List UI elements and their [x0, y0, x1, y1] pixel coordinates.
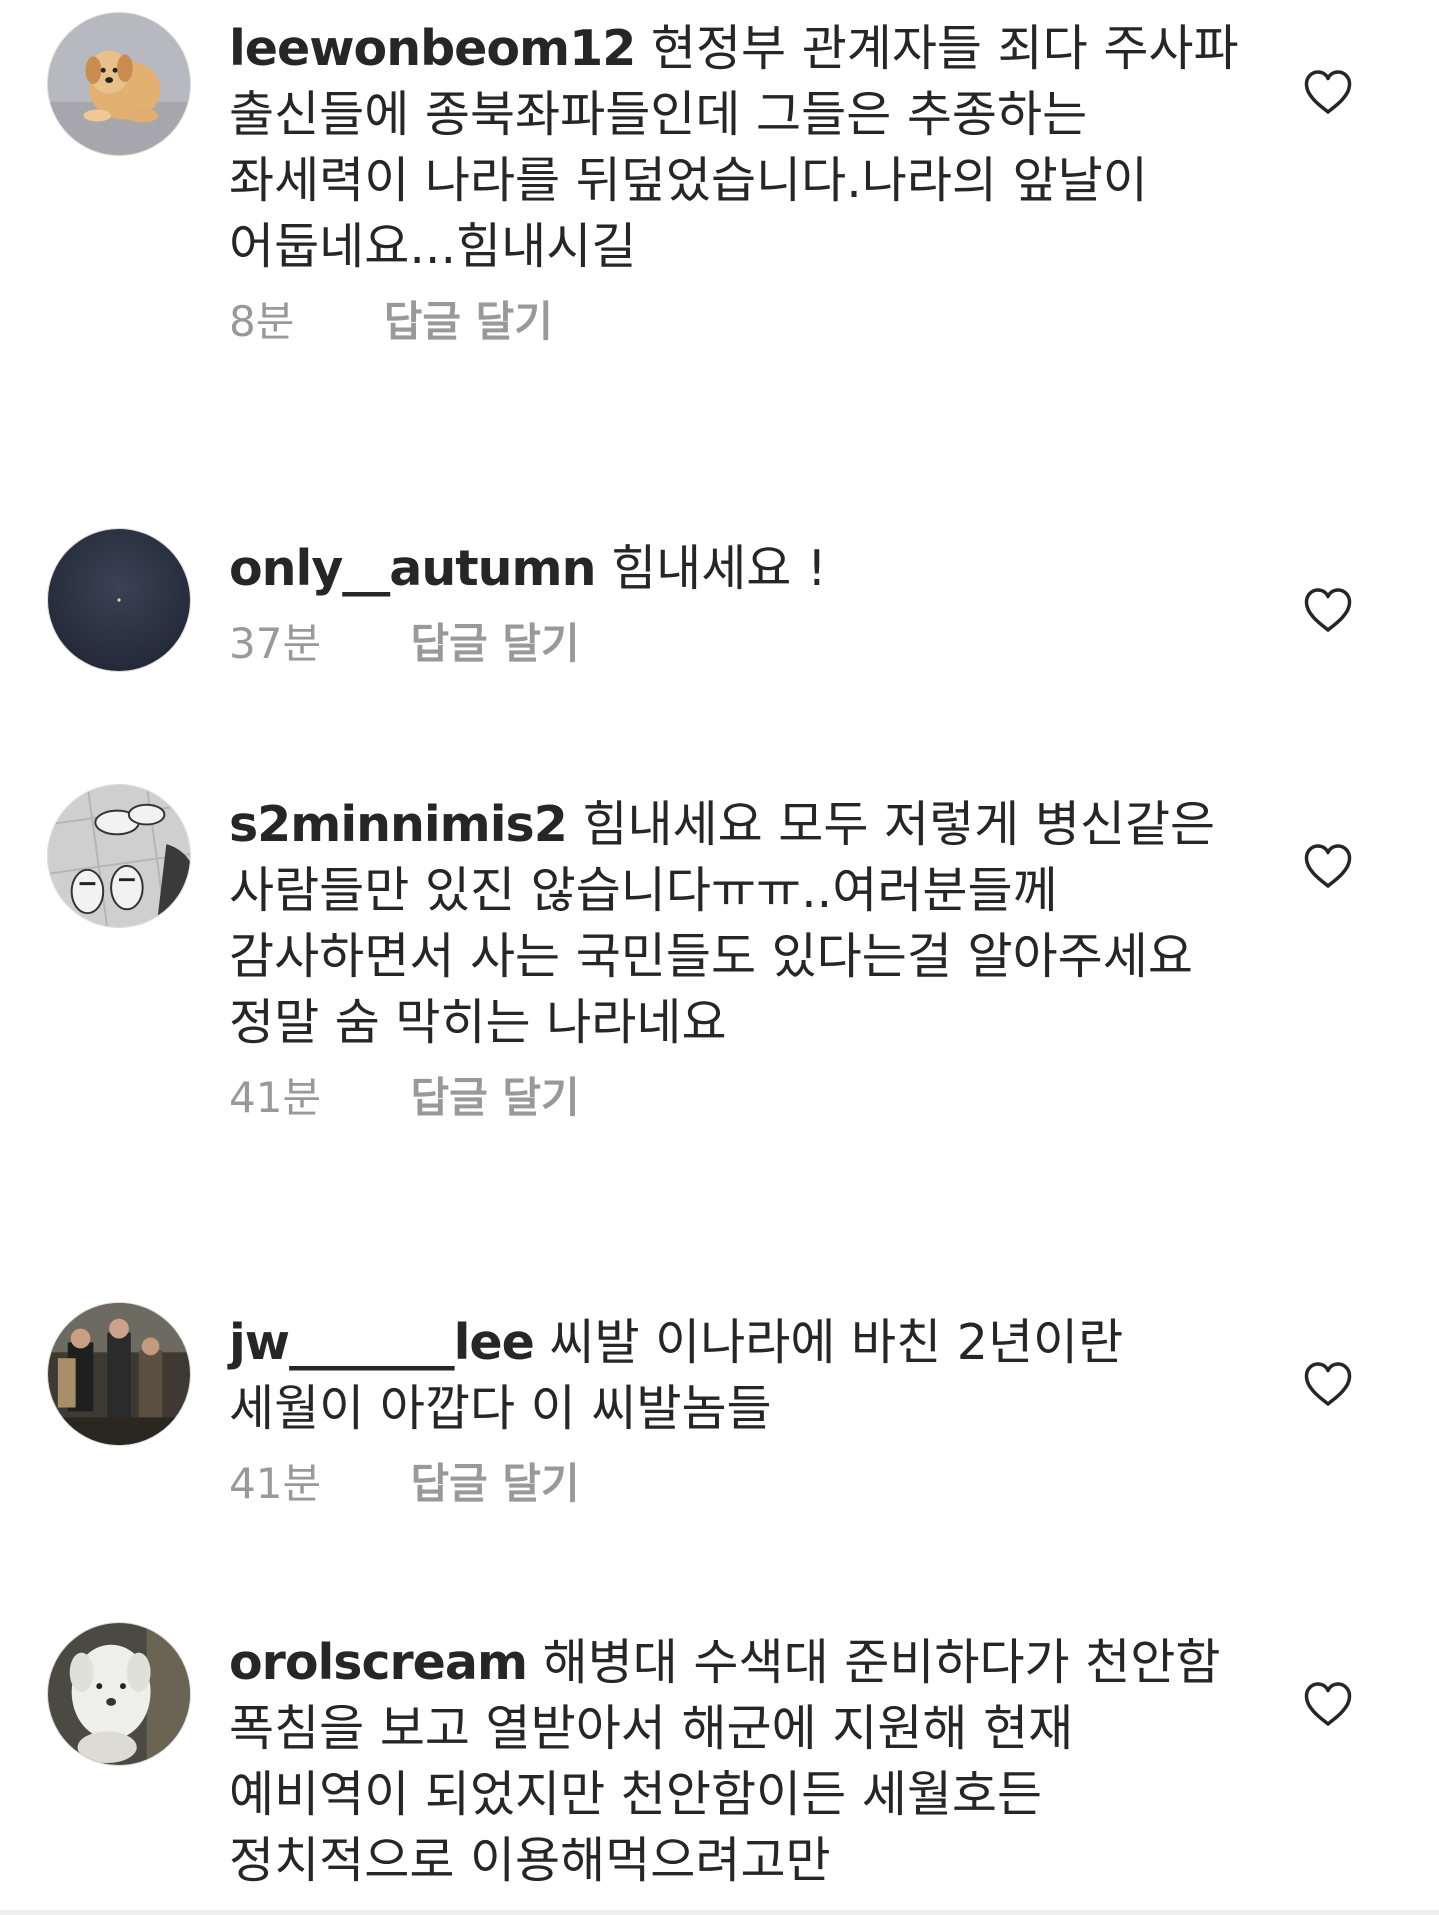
comment-username[interactable]: only__autumn	[229, 540, 596, 597]
comment-meta: 41분 답글 달기	[229, 1456, 1249, 1512]
bottom-divider	[0, 1910, 1439, 1915]
reply-button[interactable]: 답글 달기	[410, 1070, 579, 1126]
reply-button[interactable]: 답글 달기	[410, 1456, 579, 1512]
dog-avatar-icon[interactable]	[47, 12, 191, 156]
comment-text-block: s2minnimis2 힘내세요 모두 저렇게 병신같은 사람들만 있진 않습니…	[229, 792, 1249, 1056]
people-avatar-icon[interactable]	[47, 1302, 191, 1446]
white-dog-avatar-icon[interactable]	[47, 1622, 191, 1766]
comment-text-block: orolscream 해병대 수색대 준비하다가 천안함 폭침을 보고 열받아서…	[229, 1630, 1249, 1894]
heart-outline-icon[interactable]	[1303, 843, 1353, 889]
sneakers-avatar-icon[interactable]	[47, 784, 191, 928]
comment-username[interactable]: s2minnimis2	[229, 796, 568, 853]
reply-button[interactable]: 답글 달기	[384, 294, 553, 350]
comment-meta: 37분 답글 달기	[229, 616, 1249, 672]
comment-username[interactable]: jw_______lee	[229, 1314, 535, 1371]
comment-username[interactable]: orolscream	[229, 1634, 528, 1691]
comment-text: 힘내세요 !	[611, 540, 827, 597]
comment-timestamp: 37분	[229, 619, 322, 668]
comment-timestamp: 8분	[229, 297, 295, 346]
comment-text-block: leewonbeom12 현정부 관계자들 죄다 주사파 출신들에 종북좌파들인…	[229, 16, 1249, 280]
comment-meta: 8분 답글 달기	[229, 294, 1249, 350]
comment-meta: 41분 답글 달기	[229, 1070, 1249, 1126]
heart-outline-icon[interactable]	[1303, 1681, 1353, 1727]
night-sky-avatar-icon[interactable]	[47, 528, 191, 672]
heart-outline-icon[interactable]	[1303, 1361, 1353, 1407]
comment-username[interactable]: leewonbeom12	[229, 20, 636, 77]
comment-timestamp: 41분	[229, 1073, 322, 1122]
heart-outline-icon[interactable]	[1303, 69, 1353, 115]
comment-timestamp: 41분	[229, 1459, 322, 1508]
comment-text-block: only__autumn 힘내세요 !	[229, 536, 1249, 602]
comment-body: only__autumn 힘내세요 ! 37분 답글 달기	[229, 536, 1249, 672]
heart-outline-icon[interactable]	[1303, 587, 1353, 633]
comment-body: leewonbeom12 현정부 관계자들 죄다 주사파 출신들에 종북좌파들인…	[229, 16, 1249, 350]
reply-button[interactable]: 답글 달기	[410, 616, 579, 672]
comment-body: orolscream 해병대 수색대 준비하다가 천안함 폭침을 보고 열받아서…	[229, 1630, 1249, 1894]
comment-body: s2minnimis2 힘내세요 모두 저렇게 병신같은 사람들만 있진 않습니…	[229, 792, 1249, 1126]
comment-body: jw_______lee 씨발 이나라에 바친 2년이란 세월이 아깝다 이 씨…	[229, 1310, 1249, 1512]
comment-text-block: jw_______lee 씨발 이나라에 바친 2년이란 세월이 아깝다 이 씨…	[229, 1310, 1249, 1442]
